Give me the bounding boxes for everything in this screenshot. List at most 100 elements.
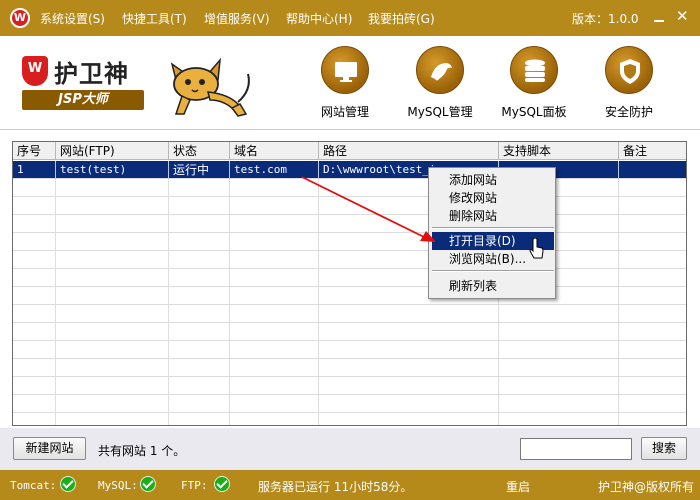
mysql-panel-button[interactable]: MySQL面板 bbox=[494, 46, 574, 126]
security-protection-label: 安全防护 bbox=[604, 105, 653, 119]
menu-quick-tools[interactable]: 快捷工具(T) bbox=[122, 10, 187, 27]
empty-cell bbox=[230, 197, 319, 215]
ftp-ok-icon bbox=[214, 476, 230, 492]
empty-cell bbox=[230, 215, 319, 233]
close-icon[interactable]: ✕ bbox=[676, 8, 689, 24]
ctx-add-site[interactable]: 添加网站 bbox=[432, 171, 554, 189]
empty-cell bbox=[169, 323, 230, 341]
empty-cell bbox=[319, 395, 499, 413]
empty-cell bbox=[169, 215, 230, 233]
empty-cell bbox=[13, 377, 56, 395]
search-input[interactable] bbox=[520, 438, 632, 460]
header-toolbar: 护卫神 JSP大师 网站管理 MySQL管理 MySQL面板 bbox=[0, 36, 700, 130]
cell-index: 1 bbox=[13, 161, 56, 179]
website-management-button[interactable]: 网站管理 bbox=[305, 46, 385, 126]
column-header-remark[interactable]: 备注 bbox=[619, 142, 686, 160]
empty-table-row bbox=[13, 341, 686, 359]
empty-table-row bbox=[13, 251, 686, 269]
copyright-text: 护卫神@版权所有 bbox=[598, 480, 695, 494]
empty-cell bbox=[619, 413, 686, 425]
empty-cell bbox=[619, 233, 686, 251]
empty-cell bbox=[319, 359, 499, 377]
empty-table-row bbox=[13, 269, 686, 287]
empty-cell bbox=[56, 233, 169, 251]
column-header-script[interactable]: 支持脚本 bbox=[499, 142, 619, 160]
menu-help-center[interactable]: 帮助中心(H) bbox=[286, 10, 352, 27]
ctx-separator bbox=[432, 227, 554, 229]
ctx-delete-site[interactable]: 删除网站 bbox=[432, 207, 554, 225]
empty-cell bbox=[56, 215, 169, 233]
column-header-index[interactable]: 序号 bbox=[13, 142, 56, 160]
column-header-status[interactable]: 状态 bbox=[169, 142, 230, 160]
empty-cell bbox=[499, 413, 619, 425]
product-logo: 护卫神 JSP大师 bbox=[22, 52, 146, 110]
empty-table-row bbox=[13, 287, 686, 305]
empty-cell bbox=[13, 305, 56, 323]
table-row[interactable]: 1 test(test) 运行中 test.com D:\wwwroot\tes… bbox=[13, 161, 686, 179]
logo-subtitle: JSP大师 bbox=[22, 90, 144, 110]
empty-cell bbox=[56, 305, 169, 323]
empty-cell bbox=[319, 341, 499, 359]
ctx-edit-site[interactable]: 修改网站 bbox=[432, 189, 554, 207]
empty-cell bbox=[230, 323, 319, 341]
empty-cell bbox=[13, 359, 56, 377]
empty-cell bbox=[56, 197, 169, 215]
menu-value-added[interactable]: 增值服务(V) bbox=[204, 10, 270, 27]
cell-remark bbox=[619, 161, 686, 179]
empty-table-row bbox=[13, 395, 686, 413]
empty-cell bbox=[13, 323, 56, 341]
minimize-icon[interactable] bbox=[652, 10, 666, 24]
empty-cell bbox=[230, 377, 319, 395]
empty-cell bbox=[169, 287, 230, 305]
menu-feedback[interactable]: 我要拍砖(G) bbox=[368, 10, 435, 27]
empty-cell bbox=[319, 413, 499, 425]
cell-status: 运行中 bbox=[169, 161, 230, 179]
uptime-text: 服务器已运行 11小时58分。 bbox=[258, 480, 413, 494]
app-logo-icon[interactable]: W bbox=[10, 8, 30, 28]
empty-cell bbox=[230, 305, 319, 323]
empty-cell bbox=[619, 269, 686, 287]
empty-cell bbox=[56, 287, 169, 305]
mysql-management-button[interactable]: MySQL管理 bbox=[400, 46, 480, 126]
empty-cell bbox=[169, 395, 230, 413]
tomcat-cat-icon bbox=[170, 57, 250, 117]
empty-cell bbox=[499, 395, 619, 413]
restart-link[interactable]: 重启 bbox=[506, 478, 530, 495]
empty-cell bbox=[13, 395, 56, 413]
empty-cell bbox=[230, 269, 319, 287]
status-bar: Tomcat: MySQL: FTP: 服务器已运行 11小时58分。 重启 护… bbox=[0, 470, 700, 500]
empty-cell bbox=[619, 323, 686, 341]
empty-cell bbox=[499, 359, 619, 377]
menu-system-settings[interactable]: 系统设置(S) bbox=[40, 10, 105, 27]
empty-table-row bbox=[13, 215, 686, 233]
monitor-icon bbox=[321, 46, 369, 94]
empty-cell bbox=[499, 377, 619, 395]
new-site-button[interactable]: 新建网站 bbox=[13, 437, 86, 460]
empty-cell bbox=[619, 215, 686, 233]
database-icon bbox=[510, 46, 558, 94]
empty-cell bbox=[56, 395, 169, 413]
column-header-site[interactable]: 网站(FTP) bbox=[56, 142, 169, 160]
empty-cell bbox=[169, 341, 230, 359]
empty-table-row bbox=[13, 179, 686, 197]
column-header-path[interactable]: 路径 bbox=[319, 142, 499, 160]
ctx-separator bbox=[432, 270, 554, 272]
empty-table-row bbox=[13, 233, 686, 251]
search-button[interactable]: 搜索 bbox=[641, 437, 687, 460]
column-header-domain[interactable]: 域名 bbox=[230, 142, 319, 160]
empty-cell bbox=[13, 215, 56, 233]
empty-table-row bbox=[13, 305, 686, 323]
context-menu: 添加网站 修改网站 删除网站 打开目录(D) 浏览网站(B)... 刷新列表 bbox=[428, 167, 556, 299]
tomcat-status-label: Tomcat: bbox=[10, 479, 57, 492]
empty-cell bbox=[169, 233, 230, 251]
empty-table-row bbox=[13, 323, 686, 341]
empty-cell bbox=[13, 269, 56, 287]
security-protection-button[interactable]: 安全防护 bbox=[589, 46, 669, 126]
table-header: 序号 网站(FTP) 状态 域名 路径 支持脚本 备注 bbox=[13, 142, 686, 160]
mysql-ok-icon bbox=[140, 476, 156, 492]
empty-cell bbox=[619, 341, 686, 359]
ctx-refresh-list[interactable]: 刷新列表 bbox=[432, 277, 554, 295]
empty-cell bbox=[230, 251, 319, 269]
mysql-status-label: MySQL: bbox=[98, 479, 138, 492]
empty-cell bbox=[169, 413, 230, 425]
